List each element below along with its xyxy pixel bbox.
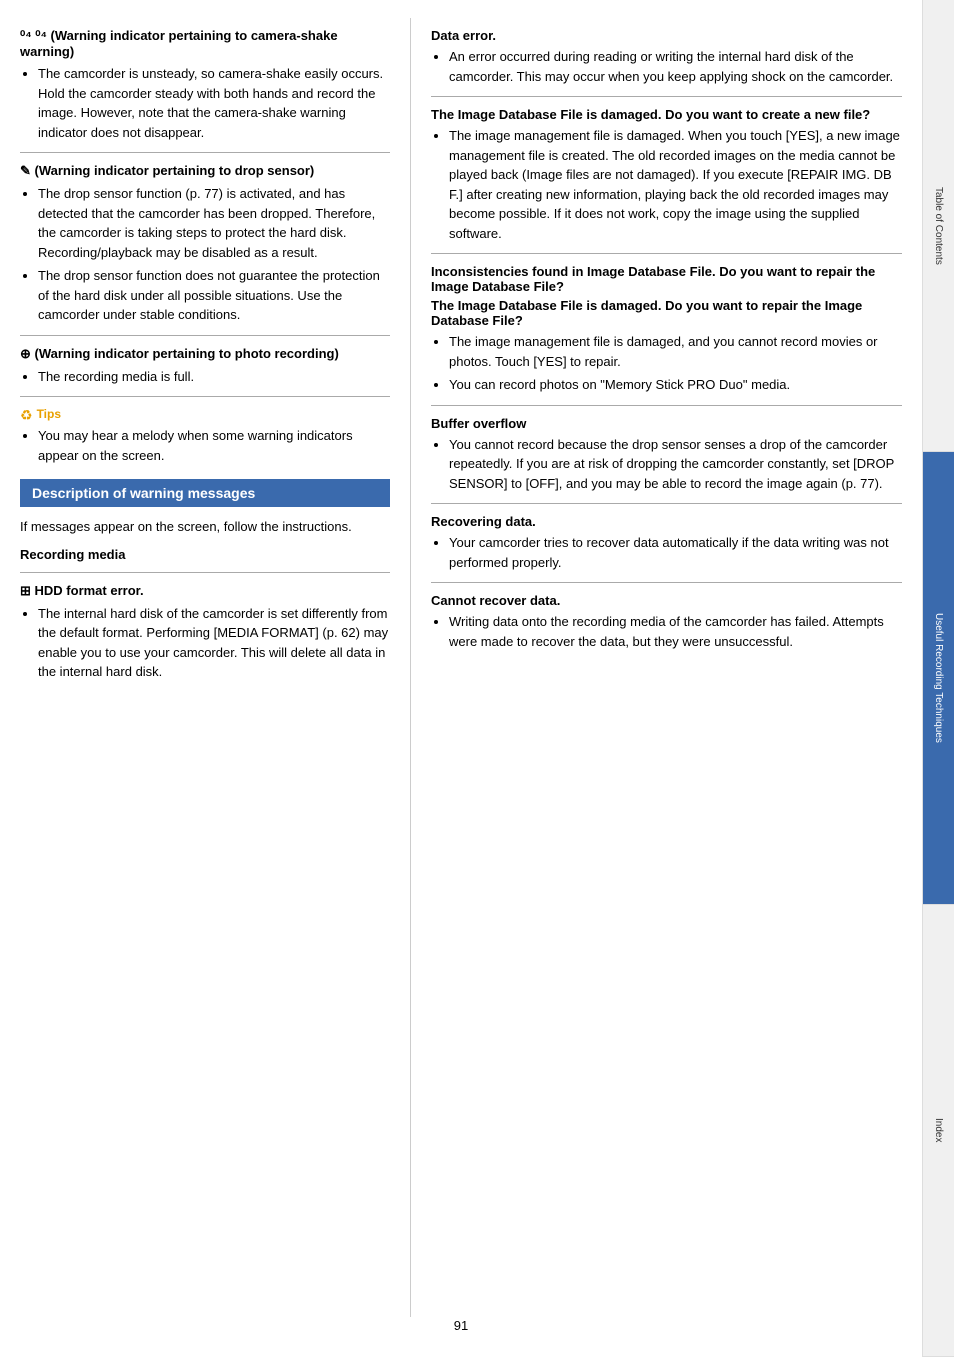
- cannot-recover-section: Cannot recover data. Writing data onto t…: [431, 593, 902, 651]
- photo-recording-title: ⊕ (Warning indicator pertaining to photo…: [20, 346, 390, 362]
- divider: [431, 96, 902, 97]
- image-database-damaged-section: The Image Database File is damaged. Do y…: [431, 107, 902, 243]
- buffer-overflow-bullets: You cannot record because the drop senso…: [431, 435, 902, 494]
- list-item: You may hear a melody when some warning …: [38, 426, 390, 465]
- list-item: An error occurred during reading or writ…: [449, 47, 902, 86]
- camera-shake-bullets: The camcorder is unsteady, so camera-sha…: [20, 64, 390, 142]
- tips-section: ♻ Tips You may hear a melody when some w…: [20, 407, 390, 465]
- list-item: The drop sensor function (p. 77) is acti…: [38, 184, 390, 262]
- hdd-format-bullets: The internal hard disk of the camcorder …: [20, 604, 390, 682]
- camera-shake-section: ⁰⁴ ⁰⁴ (Warning indicator pertaining to c…: [20, 28, 390, 142]
- right-column: Data error. An error occurred during rea…: [410, 18, 902, 1317]
- left-column: ⁰⁴ ⁰⁴ (Warning indicator pertaining to c…: [20, 18, 410, 1317]
- buffer-overflow-section: Buffer overflow You cannot record becaus…: [431, 416, 902, 494]
- list-item: Writing data onto the recording media of…: [449, 612, 902, 651]
- divider: [431, 503, 902, 504]
- recording-media-heading: Recording media: [20, 547, 390, 562]
- sidebar-index[interactable]: Index: [923, 905, 954, 1357]
- data-error-bullets: An error occurred during reading or writ…: [431, 47, 902, 86]
- image-database-damaged-bullets: The image management file is damaged. Wh…: [431, 126, 902, 243]
- list-item: You cannot record because the drop senso…: [449, 435, 902, 494]
- list-item: The recording media is full.: [38, 367, 390, 387]
- hdd-format-title: ⊞ HDD format error.: [20, 583, 390, 599]
- inconsistencies-section: Inconsistencies found in Image Database …: [431, 264, 902, 395]
- recovering-data-title: Recovering data.: [431, 514, 902, 529]
- list-item: The image management file is damaged, an…: [449, 332, 902, 371]
- recovering-data-section: Recovering data. Your camcorder tries to…: [431, 514, 902, 572]
- divider: [20, 396, 390, 397]
- photo-recording-icon: ⊕: [20, 346, 31, 361]
- hdd-icon: ⊞: [20, 583, 31, 598]
- drop-sensor-bullets: The drop sensor function (p. 77) is acti…: [20, 184, 390, 325]
- list-item: You can record photos on "Memory Stick P…: [449, 375, 902, 395]
- main-content: ⁰⁴ ⁰⁴ (Warning indicator pertaining to c…: [0, 0, 922, 1357]
- list-item: The image management file is damaged. Wh…: [449, 126, 902, 243]
- tips-row: ♻ Tips: [20, 407, 390, 424]
- list-item: The camcorder is unsteady, so camera-sha…: [38, 64, 390, 142]
- data-error-title: Data error.: [431, 28, 902, 43]
- drop-sensor-icon: ✎: [20, 163, 31, 178]
- inconsistencies-bullets: The image management file is damaged, an…: [431, 332, 902, 395]
- divider: [431, 582, 902, 583]
- divider: [20, 152, 390, 153]
- recovering-data-bullets: Your camcorder tries to recover data aut…: [431, 533, 902, 572]
- image-database-damaged-title: The Image Database File is damaged. Do y…: [431, 107, 902, 122]
- page-number: 91: [0, 1318, 922, 1333]
- sidebar-table-of-contents[interactable]: Table of Contents: [923, 0, 954, 452]
- intro-text: If messages appear on the screen, follow…: [20, 517, 390, 537]
- inconsistencies-title: Inconsistencies found in Image Database …: [431, 264, 902, 294]
- tips-icon: ♻: [20, 407, 33, 424]
- photo-recording-section: ⊕ (Warning indicator pertaining to photo…: [20, 346, 390, 387]
- buffer-overflow-title: Buffer overflow: [431, 416, 902, 431]
- divider: [431, 253, 902, 254]
- divider: [20, 335, 390, 336]
- drop-sensor-title: ✎ (Warning indicator pertaining to drop …: [20, 163, 390, 179]
- list-item: Your camcorder tries to recover data aut…: [449, 533, 902, 572]
- sidebar: Table of Contents Useful Recording Techn…: [922, 0, 954, 1357]
- photo-recording-bullets: The recording media is full.: [20, 367, 390, 387]
- data-error-section: Data error. An error occurred during rea…: [431, 28, 902, 86]
- camera-shake-title: ⁰⁴ ⁰⁴ (Warning indicator pertaining to c…: [20, 28, 390, 59]
- cannot-recover-bullets: Writing data onto the recording media of…: [431, 612, 902, 651]
- cannot-recover-title: Cannot recover data.: [431, 593, 902, 608]
- sidebar-useful-recording[interactable]: Useful Recording Techniques: [923, 452, 954, 904]
- tips-label: Tips: [37, 407, 61, 421]
- list-item: The internal hard disk of the camcorder …: [38, 604, 390, 682]
- page-container: ⁰⁴ ⁰⁴ (Warning indicator pertaining to c…: [0, 0, 954, 1357]
- drop-sensor-section: ✎ (Warning indicator pertaining to drop …: [20, 163, 390, 325]
- description-box: Description of warning messages: [20, 479, 390, 507]
- camera-shake-icon: ⁰⁴: [20, 28, 32, 43]
- tips-bullets: You may hear a melody when some warning …: [20, 426, 390, 465]
- divider: [20, 572, 390, 573]
- divider: [431, 405, 902, 406]
- list-item: The drop sensor function does not guaran…: [38, 266, 390, 325]
- hdd-format-section: ⊞ HDD format error. The internal hard di…: [20, 583, 390, 682]
- inconsistencies-subtitle: The Image Database File is damaged. Do y…: [431, 298, 902, 328]
